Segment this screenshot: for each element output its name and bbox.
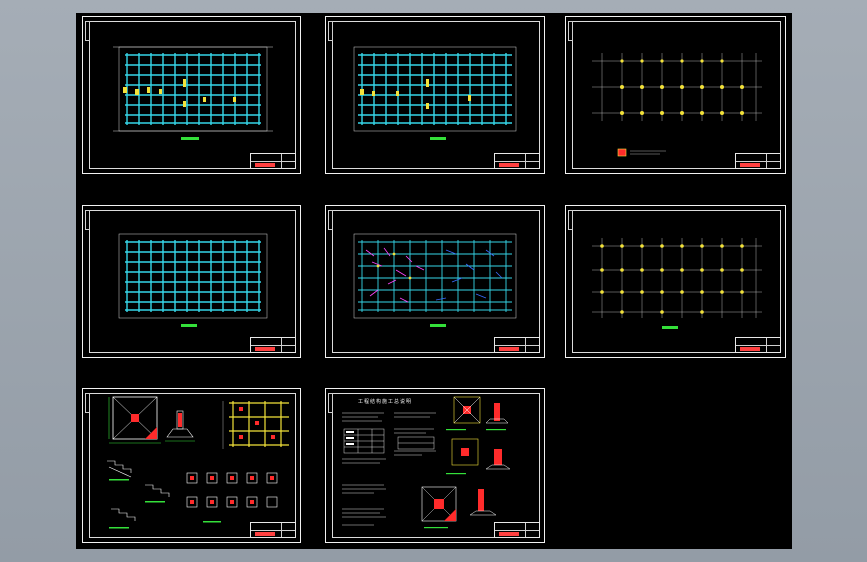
sheet-3-column-layout xyxy=(592,53,762,157)
sheet-7[interactable] xyxy=(82,388,301,543)
sheet-2[interactable] xyxy=(325,16,545,174)
sheet-6-title-block xyxy=(735,337,781,353)
sheet-1-title-block xyxy=(250,153,296,169)
sheet-4-title-block xyxy=(250,337,296,353)
sheet-5-title-block xyxy=(494,337,540,353)
sheet-3-title-block xyxy=(735,153,781,169)
sheet-3[interactable] xyxy=(565,16,786,174)
sheet-8-notes-and-details xyxy=(342,396,511,529)
sheet-7-foundation-details xyxy=(107,396,289,529)
sheet-6[interactable] xyxy=(565,205,786,358)
sheet-7-title-block xyxy=(250,522,296,538)
drawing-canvas[interactable]: 工程结构施工总说明 xyxy=(76,13,792,549)
sheet-2-title-block xyxy=(494,153,540,169)
sheet-8-title-block xyxy=(494,522,540,538)
sheet-4[interactable] xyxy=(82,205,301,358)
sheet-8[interactable]: 工程结构施工总说明 xyxy=(325,388,545,543)
sheet-1[interactable] xyxy=(82,16,301,174)
sheet-5[interactable] xyxy=(325,205,545,358)
sheet-2-grid-plan xyxy=(353,46,517,140)
sheet-1-grid-plan xyxy=(113,46,273,140)
